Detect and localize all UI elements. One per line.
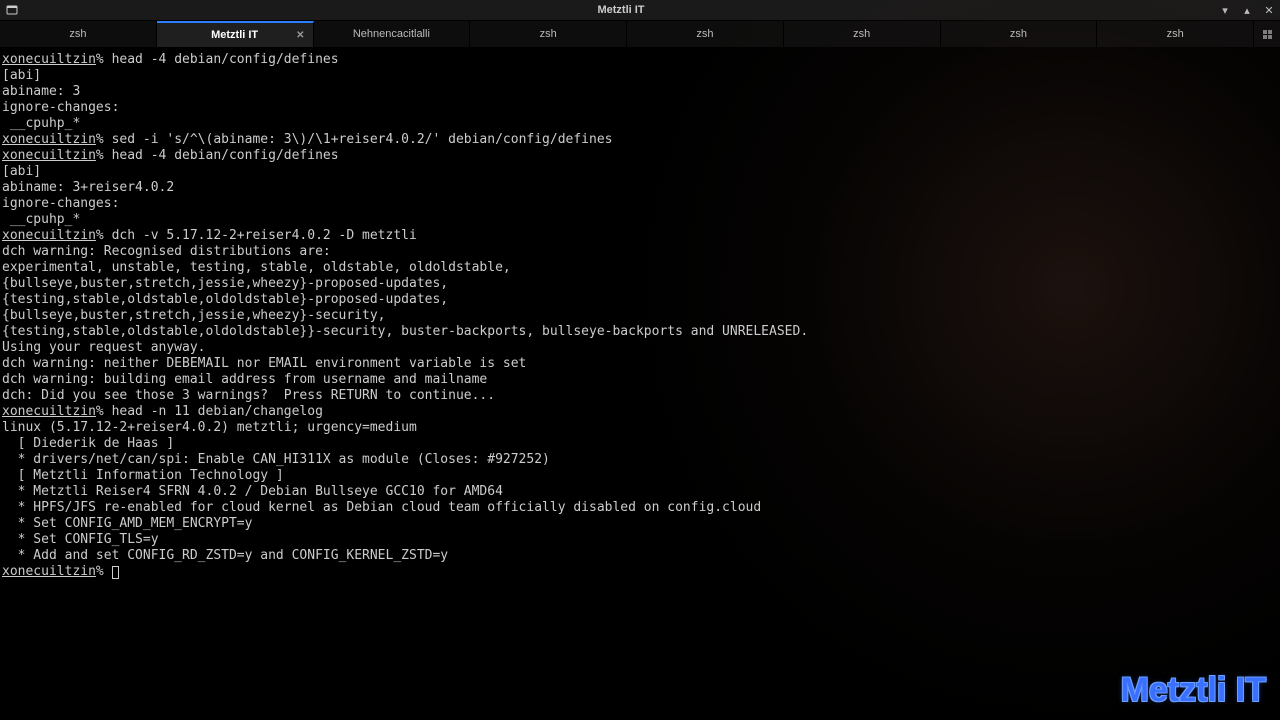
window-minimize-button[interactable]: ▾ [1218,4,1232,17]
terminal-line: ignore-changes: [2,196,1278,212]
tab-7[interactable]: zsh [1097,21,1254,47]
terminal-line: [ Metztli Information Technology ] [2,468,1278,484]
terminal-line: abiname: 3+reiser4.0.2 [2,180,1278,196]
tab-1[interactable]: Metztli IT ✕ [157,21,314,47]
prompt-symbol: % [96,52,112,67]
terminal-line: xonecuiltzin% [2,564,1278,580]
tab-label: Nehnencacitlalli [353,28,430,40]
terminal-line: {testing,stable,oldstable,oldoldstable}-… [2,292,1278,308]
tab-label: zsh [69,28,86,40]
tab-close-icon[interactable]: ✕ [296,30,304,41]
prompt-host: xonecuiltzin [2,132,96,147]
prompt-host: xonecuiltzin [2,52,96,67]
app-menu-icon[interactable] [4,2,20,18]
terminal-line: xonecuiltzin% head -4 debian/config/defi… [2,148,1278,164]
prompt-host: xonecuiltzin [2,564,96,579]
terminal-line: xonecuiltzin% head -4 debian/config/defi… [2,52,1278,68]
prompt-symbol: % [96,148,112,163]
terminal-command: sed -i 's/^\(abiname: 3\)/\1+reiser4.0.2… [112,132,613,147]
terminal-line: * Set CONFIG_TLS=y [2,532,1278,548]
terminal-output[interactable]: xonecuiltzin% head -4 debian/config/defi… [0,48,1280,584]
tab-overview-button[interactable] [1254,21,1280,47]
tab-2[interactable]: Nehnencacitlalli [314,21,471,47]
prompt-host: xonecuiltzin [2,148,96,163]
terminal-line: xonecuiltzin% head -n 11 debian/changelo… [2,404,1278,420]
terminal-line: Using your request anyway. [2,340,1278,356]
prompt-symbol: % [96,228,112,243]
prompt-symbol: % [96,404,112,419]
terminal-cursor [112,566,119,579]
terminal-line: * Metztli Reiser4 SFRN 4.0.2 / Debian Bu… [2,484,1278,500]
tab-0[interactable]: zsh [0,21,157,47]
window-titlebar[interactable]: Metztli IT ▾ ▴ ✕ [0,0,1280,21]
prompt-symbol: % [96,564,112,579]
terminal-line: dch: Did you see those 3 warnings? Press… [2,388,1278,404]
tab-5[interactable]: zsh [784,21,941,47]
prompt-host: xonecuiltzin [2,228,96,243]
terminal-line: linux (5.17.12-2+reiser4.0.2) metztli; u… [2,420,1278,436]
terminal-line: * drivers/net/can/spi: Enable CAN_HI311X… [2,452,1278,468]
terminal-line: * Add and set CONFIG_RD_ZSTD=y and CONFI… [2,548,1278,564]
terminal-command: head -4 debian/config/defines [112,52,339,67]
watermark-logo: Metztli IT [1121,671,1266,710]
tab-label: zsh [696,28,713,40]
terminal-line: [abi] [2,164,1278,180]
terminal-line: xonecuiltzin% dch -v 5.17.12-2+reiser4.0… [2,228,1278,244]
prompt-host: xonecuiltzin [2,404,96,419]
terminal-line: dch warning: building email address from… [2,372,1278,388]
tab-label: zsh [853,28,870,40]
window-maximize-button[interactable]: ▴ [1240,4,1254,17]
terminal-line: __cpuhp_* [2,212,1278,228]
terminal-command: head -4 debian/config/defines [112,148,339,163]
terminal-line: {bullseye,buster,stretch,jessie,wheezy}-… [2,276,1278,292]
terminal-line: abiname: 3 [2,84,1278,100]
tab-bar: zsh Metztli IT ✕ Nehnencacitlalli zsh zsh zsh z… [0,21,1280,48]
terminal-line: [ Diederik de Haas ] [2,436,1278,452]
terminal-line: ignore-changes: [2,100,1278,116]
terminal-line: [abi] [2,68,1278,84]
tab-label: Metztli IT [211,29,258,41]
terminal-command: dch -v 5.17.12-2+reiser4.0.2 -D metztli [112,228,417,243]
terminal-line: * Set CONFIG_AMD_MEM_ENCRYPT=y [2,516,1278,532]
tab-label: zsh [540,28,557,40]
terminal-line: dch warning: neither DEBEMAIL nor EMAIL … [2,356,1278,372]
tab-label: zsh [1167,28,1184,40]
terminal-line: * HPFS/JFS re-enabled for cloud kernel a… [2,500,1278,516]
tab-label: zsh [1010,28,1027,40]
terminal-line: {testing,stable,oldstable,oldoldstable}}… [2,324,1278,340]
tab-4[interactable]: zsh [627,21,784,47]
terminal-line: xonecuiltzin% sed -i 's/^\(abiname: 3\)/… [2,132,1278,148]
terminal-line: {bullseye,buster,stretch,jessie,wheezy}-… [2,308,1278,324]
terminal-line: experimental, unstable, testing, stable,… [2,260,1278,276]
window-title: Metztli IT [24,4,1218,16]
tab-3[interactable]: zsh [470,21,627,47]
terminal-line: __cpuhp_* [2,116,1278,132]
prompt-symbol: % [96,132,112,147]
terminal-command: head -n 11 debian/changelog [112,404,323,419]
grid-icon [1263,30,1272,39]
window-close-button[interactable]: ✕ [1262,4,1276,17]
tab-6[interactable]: zsh [941,21,1098,47]
terminal-line: dch warning: Recognised distributions ar… [2,244,1278,260]
